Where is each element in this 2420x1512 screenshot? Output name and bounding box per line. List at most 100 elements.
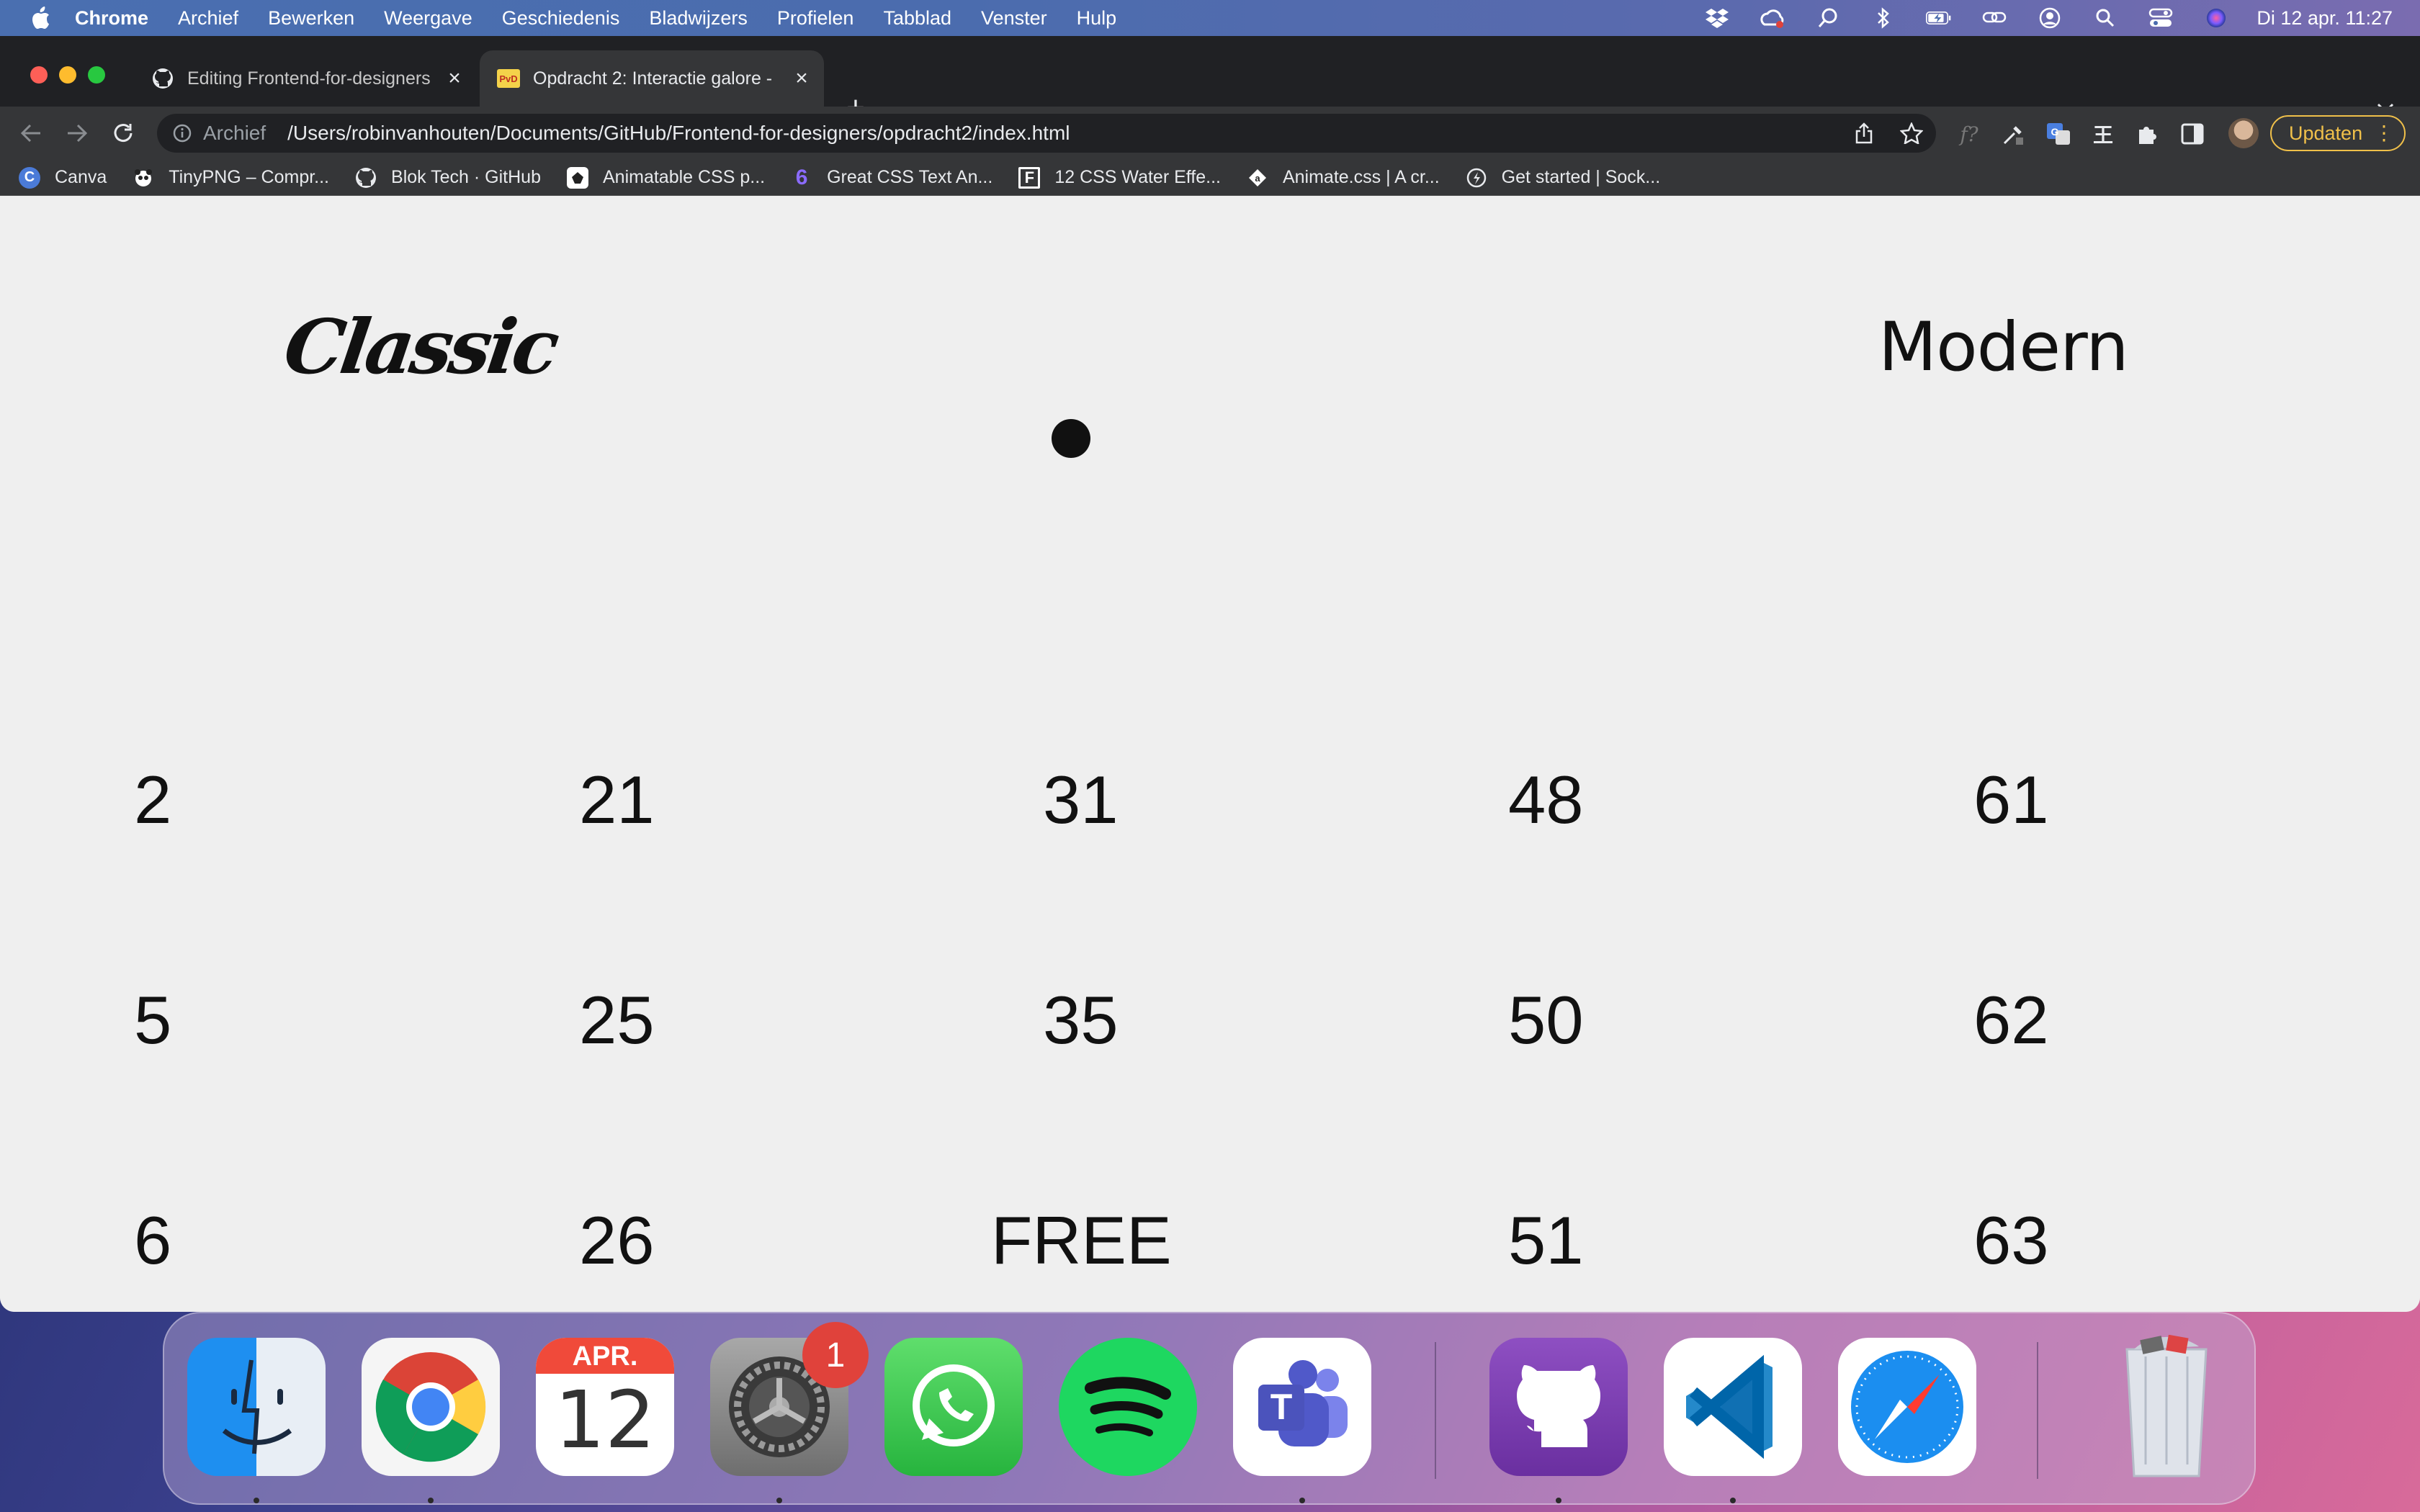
calendar-icon[interactable]: APR. 12 bbox=[536, 1338, 674, 1476]
bingo-cell[interactable]: 31 bbox=[1043, 766, 1119, 834]
whatsapp-icon[interactable] bbox=[884, 1338, 1023, 1476]
github-icon bbox=[355, 167, 377, 189]
battery-icon[interactable] bbox=[1926, 6, 1952, 30]
style-toggle[interactable] bbox=[1052, 419, 1090, 458]
bingo-cell[interactable]: 26 bbox=[579, 1207, 655, 1274]
puzzle-icon[interactable] bbox=[2133, 120, 2162, 148]
text-extension-icon[interactable]: 王 bbox=[2089, 120, 2118, 148]
bookmark-label: 12 CSS Water Effe... bbox=[1054, 167, 1221, 187]
bingo-cell[interactable]: FREE bbox=[991, 1207, 1172, 1274]
minimize-window-button[interactable] bbox=[59, 66, 76, 84]
finder-icon[interactable] bbox=[187, 1338, 326, 1476]
bookmark-animatable[interactable]: Animatable CSS p... bbox=[566, 166, 765, 189]
apple-icon[interactable] bbox=[29, 6, 53, 30]
menu-tabblad[interactable]: Tabblad bbox=[883, 7, 951, 30]
running-indicator bbox=[1556, 1498, 1561, 1503]
canva-icon: C bbox=[19, 166, 40, 189]
panda-icon bbox=[133, 167, 154, 189]
share-icon[interactable] bbox=[1851, 120, 1877, 146]
running-indicator bbox=[428, 1498, 434, 1503]
bingo-cell[interactable]: 51 bbox=[1508, 1207, 1584, 1274]
menu-app-name[interactable]: Chrome bbox=[75, 7, 148, 30]
update-button[interactable]: Updaten ⋮ bbox=[2270, 115, 2406, 151]
reload-icon[interactable] bbox=[109, 120, 137, 147]
close-icon[interactable]: × bbox=[444, 66, 465, 90]
trash-icon[interactable] bbox=[2097, 1335, 2236, 1477]
address-bar[interactable]: Archief /Users/robinvanhouten/Documents/… bbox=[157, 114, 1936, 153]
chrome-icon[interactable] bbox=[362, 1338, 500, 1476]
forward-icon[interactable] bbox=[63, 120, 91, 147]
bingo-cell[interactable]: 62 bbox=[1973, 986, 2049, 1054]
running-indicator bbox=[254, 1498, 259, 1503]
close-icon[interactable]: × bbox=[791, 66, 812, 90]
github-desktop-icon[interactable] bbox=[1489, 1338, 1628, 1476]
user-icon[interactable] bbox=[2037, 6, 2063, 30]
bluetooth-icon[interactable] bbox=[1870, 6, 1896, 30]
menu-bar: Chrome Archief Bewerken Weergave Geschie… bbox=[0, 0, 2420, 36]
bingo-cell[interactable]: 6 bbox=[134, 1207, 171, 1274]
search-icon[interactable] bbox=[2092, 6, 2118, 30]
svg-text:a: a bbox=[1255, 173, 1260, 184]
creative-cloud-icon[interactable] bbox=[1760, 6, 1785, 30]
teams-icon[interactable]: T bbox=[1233, 1338, 1371, 1476]
bingo-cell[interactable]: 5 bbox=[134, 986, 171, 1054]
menu-archief[interactable]: Archief bbox=[178, 7, 238, 30]
menu-clock[interactable]: Di 12 apr. 11:27 bbox=[2257, 7, 2393, 30]
screen-mirroring-icon[interactable] bbox=[1981, 6, 2007, 30]
siri-icon[interactable] bbox=[2203, 6, 2229, 30]
menu-profielen[interactable]: Profielen bbox=[777, 7, 854, 30]
bingo-cell[interactable]: 35 bbox=[1043, 986, 1119, 1054]
bingo-cell[interactable]: 63 bbox=[1973, 1207, 2049, 1274]
svg-text:G: G bbox=[2051, 126, 2059, 138]
info-icon[interactable] bbox=[171, 122, 193, 144]
spotlight-alt-icon[interactable] bbox=[1815, 6, 1841, 30]
dropbox-icon[interactable] bbox=[1704, 6, 1730, 30]
browser-window: Editing Frontend-for-designers × PvD Opd… bbox=[0, 36, 2420, 1312]
toolbar: Archief /Users/robinvanhouten/Documents/… bbox=[0, 107, 2420, 160]
bookmark-great-css[interactable]: 6 Great CSS Text An... bbox=[791, 166, 993, 189]
notification-badge: 1 bbox=[802, 1322, 869, 1388]
zoom-window-button[interactable] bbox=[88, 66, 105, 84]
safari-icon[interactable] bbox=[1838, 1338, 1976, 1476]
bookmark-canva[interactable]: C Canva bbox=[19, 166, 107, 189]
menu-bladwijzers[interactable]: Bladwijzers bbox=[649, 7, 748, 30]
tab-opdracht-2[interactable]: PvD Opdracht 2: Interactie galore - × bbox=[480, 50, 824, 107]
star-icon[interactable] bbox=[1899, 120, 1924, 146]
spotify-icon[interactable] bbox=[1059, 1338, 1197, 1476]
web-page: Classic Modern 2 21 31 48 61 5 25 35 50 … bbox=[0, 196, 2420, 1312]
more-icon[interactable]: ⋮ bbox=[2374, 122, 2394, 144]
bookmark-socket-io[interactable]: Get started | Sock... bbox=[1466, 167, 1660, 189]
menu-hulp[interactable]: Hulp bbox=[1077, 7, 1117, 30]
bingo-cell[interactable]: 21 bbox=[579, 766, 655, 834]
bookmark-water-effects[interactable]: F 12 CSS Water Effe... bbox=[1018, 166, 1221, 189]
menu-geschiedenis[interactable]: Geschiedenis bbox=[502, 7, 620, 30]
tab-editing-frontend[interactable]: Editing Frontend-for-designers × bbox=[134, 50, 477, 107]
bingo-cell[interactable]: 61 bbox=[1973, 766, 2049, 834]
bookmark-label: Great CSS Text An... bbox=[827, 167, 993, 187]
menu-bewerken[interactable]: Bewerken bbox=[268, 7, 354, 30]
control-center-icon[interactable] bbox=[2148, 6, 2174, 30]
bookmark-tinypng[interactable]: TinyPNG – Compr... bbox=[133, 167, 329, 189]
close-window-button[interactable] bbox=[30, 66, 48, 84]
bookmark-blok-tech[interactable]: Blok Tech · GitHub bbox=[355, 167, 541, 189]
profile-avatar[interactable] bbox=[2228, 118, 2259, 148]
back-icon[interactable] bbox=[17, 120, 45, 147]
animatable-icon bbox=[566, 166, 588, 189]
bingo-cell[interactable]: 25 bbox=[579, 986, 655, 1054]
bookmark-animate-css[interactable]: a Animate.css | A cr... bbox=[1247, 167, 1440, 189]
modern-label[interactable]: Modern bbox=[1878, 308, 2129, 387]
bingo-cell[interactable]: 2 bbox=[134, 766, 171, 834]
url-text[interactable]: /Users/robinvanhouten/Documents/GitHub/F… bbox=[287, 122, 1070, 145]
classic-label[interactable]: Classic bbox=[279, 302, 561, 391]
menu-weergave[interactable]: Weergave bbox=[384, 7, 472, 30]
menu-venster[interactable]: Venster bbox=[981, 7, 1047, 30]
side-panel-icon[interactable] bbox=[2178, 120, 2207, 148]
formula-extension-icon[interactable]: f? bbox=[1955, 120, 1984, 148]
bingo-cell[interactable]: 50 bbox=[1508, 986, 1584, 1054]
color-picker-extension-icon[interactable] bbox=[1999, 120, 2028, 148]
bingo-cell[interactable]: 48 bbox=[1508, 766, 1584, 834]
update-label: Updaten bbox=[2289, 122, 2363, 144]
scheme-label: Archief bbox=[203, 122, 266, 144]
vscode-icon[interactable] bbox=[1664, 1338, 1802, 1476]
translate-extension-icon[interactable]: G bbox=[2044, 120, 2073, 148]
